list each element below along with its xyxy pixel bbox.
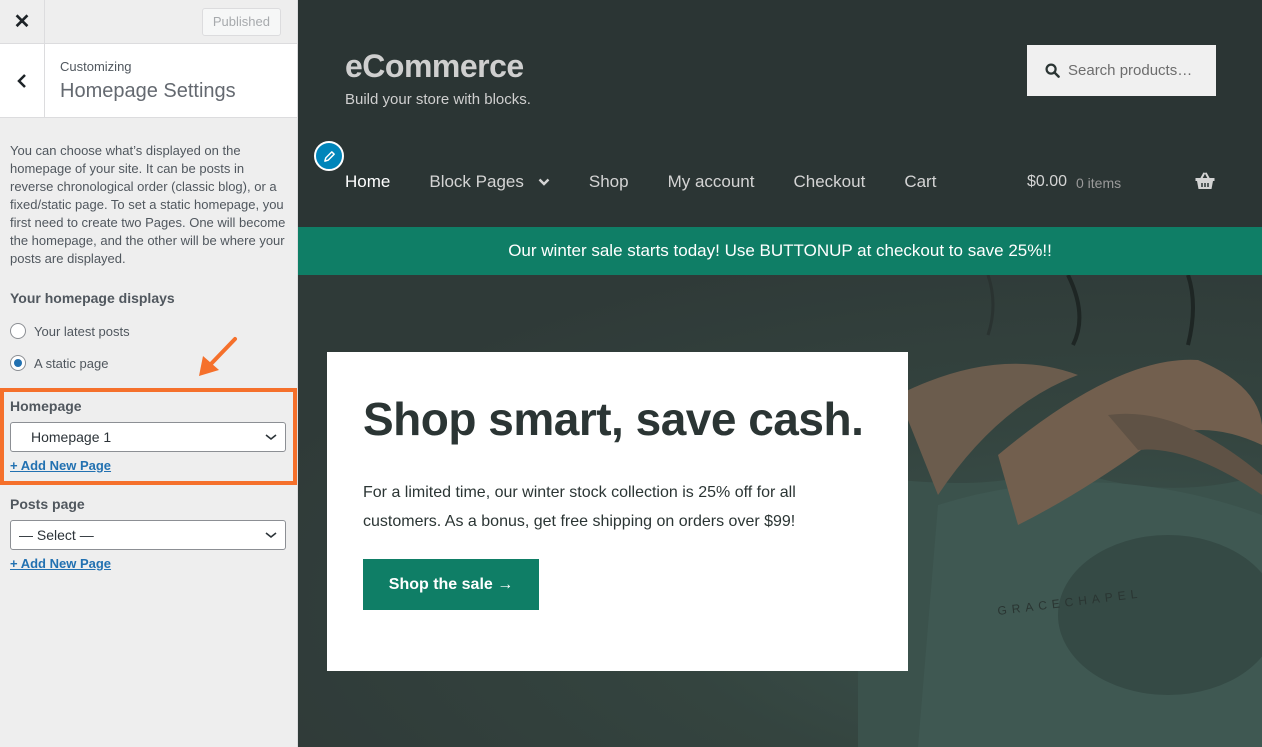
customizer-topbar: ✕ Published bbox=[0, 0, 297, 44]
section-header: Customizing Homepage Settings bbox=[0, 44, 297, 118]
nav-item-shop[interactable]: Shop bbox=[589, 172, 629, 192]
radio-button[interactable] bbox=[10, 323, 26, 339]
store-notice-banner: Our winter sale starts today! Use BUTTON… bbox=[298, 227, 1262, 275]
search-icon bbox=[1045, 63, 1060, 78]
radio-button[interactable] bbox=[10, 355, 26, 371]
hero-heading: Shop smart, save cash. bbox=[363, 393, 864, 445]
chevron-down-icon[interactable] bbox=[538, 178, 550, 186]
chevron-down-icon bbox=[265, 532, 277, 539]
homepage-select-value: Homepage 1 bbox=[31, 429, 112, 445]
product-search-input[interactable]: Search products… bbox=[1027, 45, 1216, 96]
nav-item-checkout[interactable]: Checkout bbox=[794, 172, 866, 192]
primary-navigation: Home Block Pages Shop My account Checkou… bbox=[345, 172, 975, 192]
edit-shortcut-button[interactable] bbox=[314, 141, 344, 171]
hero-text: For a limited time, our winter stock col… bbox=[363, 484, 796, 530]
add-new-homepage-link[interactable]: + Add New Page bbox=[10, 458, 111, 473]
cart-item-count[interactable]: 0 items bbox=[1076, 175, 1121, 191]
hero-card: Shop smart, save cash. For a limited tim… bbox=[327, 352, 908, 671]
search-placeholder: Search products… bbox=[1068, 62, 1193, 79]
homepage-displays-label: Your homepage displays bbox=[10, 290, 175, 306]
close-customizer-button[interactable]: ✕ bbox=[0, 0, 45, 43]
site-tagline: Build your store with blocks. bbox=[345, 91, 531, 108]
site-title[interactable]: eCommerce bbox=[345, 48, 524, 85]
chevron-left-icon bbox=[17, 73, 26, 88]
section-description: You can choose what’s displayed on the h… bbox=[10, 143, 286, 266]
homepage-label: Homepage bbox=[10, 398, 82, 414]
hero-section: GRACECHAPEL Shop smart, save cash. For a… bbox=[298, 275, 1262, 747]
close-icon: ✕ bbox=[13, 11, 31, 33]
add-new-posts-page-link[interactable]: + Add New Page bbox=[10, 556, 111, 571]
customizer-sidebar: ✕ Published Customizing Homepage Setting… bbox=[0, 0, 298, 747]
posts-page-select-value: — Select — bbox=[19, 527, 94, 543]
posts-page-select[interactable]: — Select — bbox=[10, 520, 286, 550]
nav-item-cart[interactable]: Cart bbox=[904, 172, 936, 192]
published-button[interactable]: Published bbox=[201, 8, 281, 36]
back-button[interactable] bbox=[0, 44, 45, 117]
nav-item-home[interactable]: Home bbox=[345, 172, 390, 192]
chevron-down-icon bbox=[265, 434, 277, 441]
radio-static-page[interactable]: A static page bbox=[10, 347, 287, 379]
section-content: You can choose what’s displayed on the h… bbox=[0, 118, 297, 379]
annotation-arrow-icon bbox=[199, 337, 237, 376]
radio-latest-posts[interactable]: Your latest posts bbox=[10, 315, 287, 347]
section-title: Homepage Settings bbox=[60, 80, 236, 102]
basket-icon[interactable] bbox=[1195, 172, 1215, 190]
radio-label: Your latest posts bbox=[34, 323, 130, 339]
cart-total[interactable]: $0.00 bbox=[1027, 173, 1067, 191]
posts-page-field: Posts page — Select — + Add New Page bbox=[10, 496, 286, 573]
shop-the-sale-button[interactable]: Shop the sale → bbox=[363, 559, 539, 610]
homepage-select[interactable]: Homepage 1 bbox=[10, 422, 286, 452]
pencil-icon bbox=[323, 150, 335, 162]
radio-label: A static page bbox=[34, 355, 109, 371]
nav-item-label: Block Pages bbox=[429, 172, 524, 191]
posts-page-label: Posts page bbox=[10, 496, 85, 512]
breadcrumb: Customizing bbox=[60, 59, 132, 74]
nav-item-block-pages[interactable]: Block Pages bbox=[429, 172, 550, 192]
site-preview: eCommerce Build your store with blocks. … bbox=[298, 0, 1262, 747]
homepage-field: Homepage Homepage 1 + Add New Page bbox=[10, 398, 286, 475]
nav-item-my-account[interactable]: My account bbox=[668, 172, 755, 192]
